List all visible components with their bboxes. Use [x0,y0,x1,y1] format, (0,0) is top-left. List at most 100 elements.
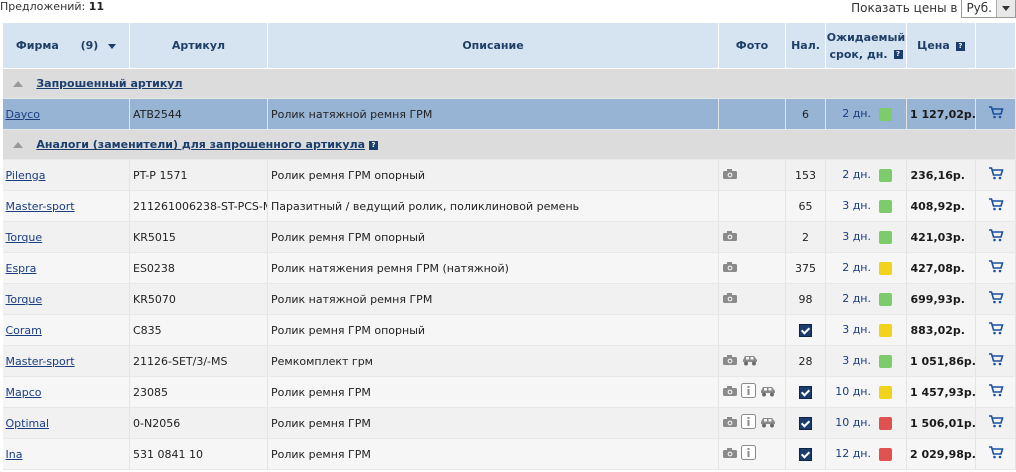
price-cell: 2 029,98р. [906,438,976,470]
cart-icon[interactable] [988,353,1004,369]
table-row: Ina 531 0841 10 Ролик ремня ГРМ 12 дн. 2 029… [2,438,1016,470]
firm-link[interactable]: Dayco [6,108,41,121]
cart-icon[interactable] [988,446,1004,462]
status-dot [879,168,892,182]
collapse-triangle-icon[interactable] [12,81,23,87]
collapse-triangle-icon[interactable] [12,142,23,148]
top-bar: Предложений: 11 Показать цены в Руб. [0,0,1016,22]
table-header: Фирма (9) Артикул Описание Фото Нал. Ожи… [2,22,1016,69]
term-value: 12 дн. [835,447,871,461]
description-cell: Ролик натяжной ремня ГРМ [267,283,719,315]
help-icon[interactable]: ? [893,50,903,59]
group-requested-label[interactable]: Запрошенный артикул [36,77,182,90]
col-stock-label: Нал. [791,39,820,52]
cart-cell [975,376,1016,408]
stock-cell [785,438,826,470]
camera-icon[interactable] [722,168,738,183]
firm-link[interactable]: Coram [6,324,42,337]
stock-value: 2 [802,230,809,244]
info-icon[interactable] [741,414,756,432]
firm-link[interactable]: Optimal [6,417,50,430]
photo-cell [718,190,786,222]
cart-cell [975,252,1016,284]
group-analogs[interactable]: Аналоги (заменители) для запрошенного ар… [2,129,1016,160]
camera-icon[interactable] [722,416,738,431]
photo-cell [718,407,786,439]
photo-cell [718,345,786,377]
firm-link[interactable]: Torque [6,231,43,244]
offers-table: Фирма (9) Артикул Описание Фото Нал. Ожи… [2,22,1016,470]
firm-link[interactable]: Torque [6,293,43,306]
stock-cell: 6 [785,98,826,130]
description-cell: Ролик ремня ГРМ [267,438,719,470]
price-cell: 1 127,02р. [906,98,976,130]
help-icon[interactable]: ? [955,41,965,51]
stock-value: 28 [798,354,813,368]
cart-icon[interactable] [988,260,1004,276]
sort-down-icon[interactable] [108,43,117,49]
currency-select[interactable]: Руб. [961,0,1016,18]
article-cell: 21126-SET/3/-MS [129,345,268,377]
col-description-label: Описание [462,39,524,52]
car-icon[interactable] [759,416,777,431]
help-icon[interactable]: ? [369,140,379,150]
term-cell: 3 дн. [825,345,907,377]
term-cell: 2 дн. [825,283,907,315]
camera-icon[interactable] [722,385,738,400]
cart-icon[interactable] [988,322,1004,338]
camera-icon[interactable] [722,447,738,462]
description-cell: Паразитный / ведущий ролик, поликлиновой… [267,190,719,222]
cart-icon[interactable] [988,384,1004,400]
cart-icon[interactable] [988,415,1004,431]
article-cell: ATB2544 [129,98,268,130]
article-cell: PT-P 1571 [129,159,268,191]
firm-link[interactable]: Master-sport [6,200,75,213]
stock-value: 98 [798,292,813,306]
cart-icon[interactable] [988,106,1004,122]
cart-cell [975,159,1016,191]
firm-link[interactable]: Master-sport [6,355,75,368]
group-analogs-label[interactable]: Аналоги (заменители) для запрошенного ар… [36,138,365,151]
photo-cell [718,98,786,130]
table-row: Torque KR5015 Ролик ремня ГРМ опорный 2 3 дн… [2,221,1016,253]
article-cell: KR5070 [129,283,268,315]
status-dot [879,416,892,430]
camera-icon[interactable] [722,292,738,307]
info-icon[interactable] [741,445,756,463]
photo-cell [718,314,786,346]
stock-cell: 153 [785,159,826,191]
offers-count: 11 [88,0,105,13]
firm-cell: Ina [2,438,130,470]
term-value: 3 дн. [842,199,871,213]
camera-icon[interactable] [722,230,738,245]
firm-cell: Torque [2,221,130,253]
table-row: Optimal 0-N2056 Ролик ремня ГРМ 10 дн. 1 506… [2,407,1016,439]
cart-cell [975,221,1016,253]
firm-link[interactable]: Ina [6,448,23,461]
cart-icon[interactable] [988,291,1004,307]
group-requested[interactable]: Запрошенный артикул [2,68,1016,99]
status-dot [879,354,892,368]
price-cell: 1 457,93р. [906,376,976,408]
car-icon[interactable] [741,354,759,369]
firm-link[interactable]: Pilenga [6,169,46,182]
col-term-line2: срок, дн. [829,47,888,61]
cart-icon[interactable] [988,198,1004,214]
description-cell: Ремкомплект грм [267,345,719,377]
cart-cell [975,190,1016,222]
in-stock-check-icon [799,416,812,430]
firm-cell: Pilenga [2,159,130,191]
camera-icon[interactable] [722,261,738,276]
info-icon[interactable] [741,383,756,401]
firm-link[interactable]: Mapco [6,386,42,399]
firm-cell: Master-sport [2,190,130,222]
car-icon[interactable] [759,385,777,400]
col-firm[interactable]: Фирма (9) [2,22,130,69]
cart-icon[interactable] [988,229,1004,245]
camera-icon[interactable] [722,354,738,369]
chevron-down-icon[interactable] [996,0,1015,17]
firm-link[interactable]: Espra [6,262,37,275]
stock-value: 65 [798,199,813,213]
term-cell: 10 дн. [825,407,907,439]
cart-icon[interactable] [988,167,1004,183]
